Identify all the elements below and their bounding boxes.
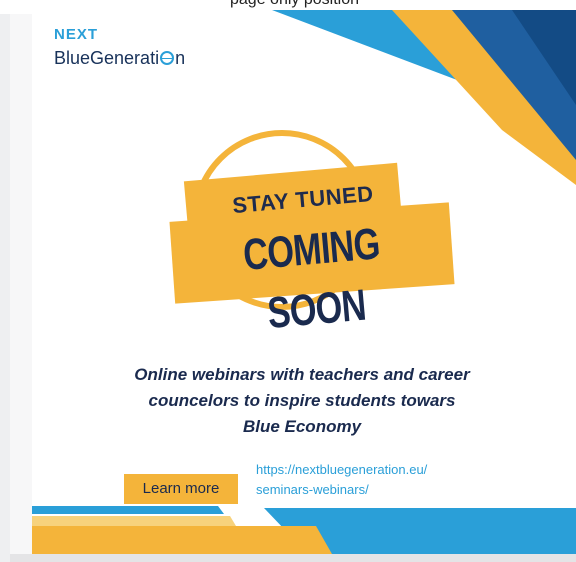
logo-bluegeneration: BlueGenerati n (54, 48, 185, 69)
description-line-1: Online webinars with teachers and career (134, 365, 470, 384)
webinar-description: Online webinars with teachers and career… (92, 362, 512, 440)
left-panel-edge (10, 14, 32, 560)
description-line-2: councelors to inspire students towars (148, 391, 456, 410)
bottom-left-light-gold-stripe (32, 516, 236, 526)
logo-word-part-a: BlueGenerati (54, 48, 160, 68)
webinars-link[interactable]: https://nextbluegeneration.eu/ seminars-… (256, 460, 496, 500)
water-wave-o-icon (160, 51, 175, 65)
caption-text: page only position (230, 0, 359, 9)
logo-next-word: NEXT (54, 26, 99, 43)
logo-word-part-b: n (175, 48, 186, 68)
link-line-2: seminars-webinars/ (256, 482, 369, 497)
bottom-gold-stripe (32, 526, 332, 554)
learn-more-button[interactable]: Learn more (124, 474, 238, 504)
bottom-left-sky-stripe (32, 506, 224, 514)
coming-soon-text: COMING SOON (241, 219, 382, 339)
left-gutter (0, 14, 10, 562)
announcement-card: NEXT BlueGenerati n STAY TUNED COMING SOO… (32, 10, 576, 554)
description-line-3: Blue Economy (242, 417, 362, 436)
link-line-1: https://nextbluegeneration.eu/ (256, 462, 428, 477)
bottom-edge (10, 554, 576, 562)
